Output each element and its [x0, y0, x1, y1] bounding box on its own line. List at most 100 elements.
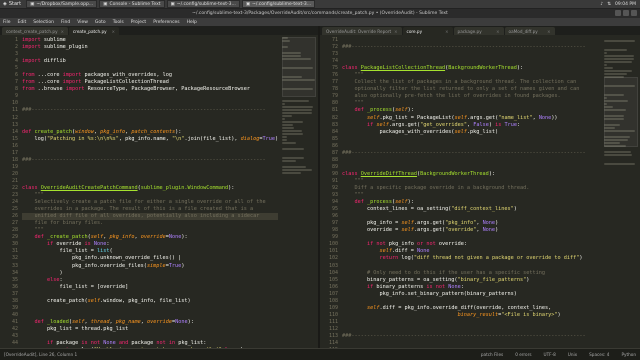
- code-token: ): [526, 276, 530, 283]
- code-line: """: [342, 178, 600, 185]
- minimap-line: [282, 130, 303, 132]
- minimap-line: [282, 136, 288, 138]
- code-line: create_patch(self.window, pkg_info, file…: [22, 298, 278, 305]
- taskbar-item-label: ~/.config/sublime-text-3...: [176, 1, 236, 7]
- code-token: binary_result: [457, 311, 499, 318]
- menu-item-edit[interactable]: Edit: [18, 20, 27, 25]
- menu-item-preferences[interactable]: Preferences: [153, 20, 179, 25]
- code-token: ): [513, 206, 517, 213]
- status-item[interactable]: 0 errors: [515, 352, 531, 357]
- code-token: ):: [175, 128, 182, 135]
- minimap-line: [282, 127, 294, 129]
- minimize-button[interactable]: [615, 10, 621, 16]
- menu-item-tools[interactable]: Tools: [113, 20, 124, 25]
- line-number: 22: [11, 184, 18, 191]
- start-button[interactable]: ◈ Start: [0, 0, 24, 9]
- code-token: not in: [156, 340, 179, 347]
- right-minimap[interactable]: [604, 37, 638, 346]
- volume-icon[interactable]: ♪: [600, 2, 603, 7]
- code-token: return: [379, 255, 402, 262]
- code-line: pkg_info.set_binary_pattern(binary_patte…: [342, 291, 600, 298]
- code-token: , pkg_info.name,: [118, 135, 172, 142]
- line-number: 89: [331, 163, 338, 170]
- minimap-line: [604, 67, 614, 69]
- code-token: ):: [181, 234, 188, 241]
- code-token: PackageListCollectionThread: [360, 65, 446, 72]
- status-item[interactable]: UTF-8: [544, 352, 556, 357]
- code-token: self: [395, 107, 408, 114]
- line-number: 8: [14, 86, 18, 93]
- code-token: def: [34, 318, 47, 325]
- line-number: 77: [331, 79, 338, 86]
- code-line: def _loaded(self, thread, pkg_name, over…: [22, 319, 278, 326]
- status-item[interactable]: Unix: [568, 352, 577, 357]
- minimap-viewport[interactable]: [604, 77, 638, 147]
- code-token: (: [109, 248, 113, 255]
- menu-item-find[interactable]: Find: [61, 20, 70, 25]
- line-number: 1: [14, 37, 18, 43]
- network-icon[interactable]: ⇅: [607, 2, 611, 7]
- close-tab-icon[interactable]: ×: [496, 29, 499, 34]
- file-tab[interactable]: core.py ×: [402, 27, 453, 35]
- code-token: packages_with_overrides, log: [84, 72, 172, 79]
- code-line: Selectively create a patch file for eith…: [22, 199, 278, 206]
- code-token: def: [34, 234, 47, 241]
- left-editor[interactable]: 1 2 3 4 5 6 7 8 9 10 11 12 13 14 15 16 17 18 19 20 21 22 23 24 2…: [0, 35, 318, 348]
- line-number: 4: [14, 58, 18, 65]
- status-item[interactable]: patch Files: [481, 352, 503, 357]
- maximize-button[interactable]: [623, 10, 629, 16]
- file-tab[interactable]: context_create_patch.py ×: [2, 27, 68, 35]
- taskbar-item[interactable]: ▣ ~/Dropbox/Sample.opp...: [26, 0, 98, 8]
- file-tab[interactable]: oaMod_diff.py ×: [504, 27, 555, 35]
- taskbar-item[interactable]: ▣ ~/.config/sublime-text-3...: [241, 0, 316, 8]
- code-token: OverrideDiffThread: [360, 170, 417, 177]
- right-tab-bar: OverrideAudit: Override Report × core.py × p…: [320, 26, 640, 35]
- taskbar-item[interactable]: ▣ ~/.config/sublime-text-3...: [166, 0, 240, 8]
- file-tab[interactable]: package.py ×: [453, 27, 504, 35]
- line-number: 106: [328, 283, 338, 290]
- file-tab[interactable]: OverrideAudit: Override Report ×: [322, 27, 402, 35]
- code-token: ):: [516, 65, 524, 72]
- line-number: 88: [331, 156, 338, 163]
- file-tab[interactable]: create_patch.py ×: [68, 27, 119, 35]
- menu-item-project[interactable]: Project: [131, 20, 146, 25]
- minimap-line: [604, 52, 607, 54]
- code-line: binary_patterns = oa_setting("binary_fil…: [342, 277, 600, 284]
- minimap-viewport[interactable]: [282, 37, 316, 97]
- code-token: self: [90, 234, 104, 241]
- line-number: 41: [11, 318, 18, 325]
- right-editor[interactable]: 71 72 73 74 75 76 77 78 79 80 81 82 83 84 85 86 87 88 89 90…: [320, 35, 640, 348]
- left-minimap[interactable]: [282, 37, 316, 346]
- menu-item-file[interactable]: File: [3, 20, 11, 25]
- code-line: self.pkg_list = PackageList(self.args.ge…: [342, 115, 600, 122]
- line-number: 5: [14, 65, 18, 72]
- close-tab-icon[interactable]: ×: [112, 29, 115, 34]
- line-number: 31: [11, 248, 18, 255]
- code-line: override = self.args.get("override", Non…: [342, 227, 600, 234]
- close-tab-icon[interactable]: ×: [445, 29, 448, 34]
- close-tab-icon[interactable]: ×: [547, 29, 550, 34]
- close-button[interactable]: [631, 10, 637, 16]
- left-code-view[interactable]: import sublime import sublime_plugin impor…: [22, 37, 278, 348]
- code-token: None: [93, 241, 107, 248]
- close-tab-icon[interactable]: ×: [394, 29, 397, 34]
- line-number: 6: [14, 72, 18, 79]
- status-item[interactable]: Spaces: 4: [589, 352, 609, 357]
- line-number: 32: [11, 255, 18, 262]
- menu-item-goto[interactable]: Goto: [95, 20, 106, 25]
- line-number: 33: [11, 262, 18, 269]
- status-item[interactable]: Python: [621, 352, 636, 357]
- code-token: self: [87, 297, 101, 304]
- taskbar-item[interactable]: ▣ Console - Sublime Text: [99, 0, 165, 8]
- close-tab-icon[interactable]: ×: [61, 29, 64, 34]
- code-token: if not: [367, 241, 389, 248]
- menu-item-view[interactable]: View: [77, 20, 88, 25]
- line-number: 19: [11, 163, 18, 170]
- code-token: .join(file_list),: [184, 135, 241, 142]
- code-token: self: [401, 227, 414, 234]
- menu-item-help[interactable]: Help: [187, 20, 197, 25]
- code-token: ):: [228, 184, 235, 191]
- right-code-view[interactable]: ###-------------------------------------…: [342, 37, 600, 348]
- menu-item-selection[interactable]: Selection: [33, 20, 54, 25]
